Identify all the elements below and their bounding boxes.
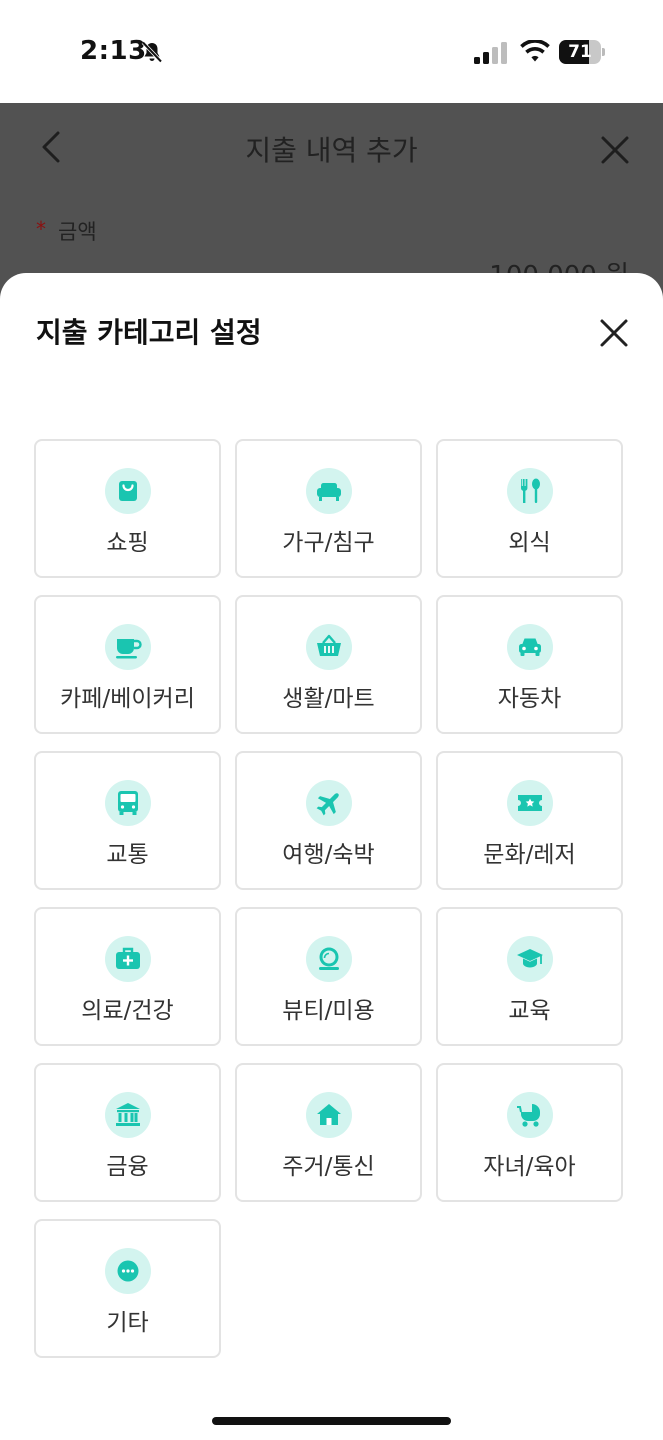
house-icon — [306, 1092, 352, 1138]
sofa-icon — [306, 468, 352, 514]
sheet-close-icon[interactable] — [598, 317, 630, 349]
category-dining[interactable]: 외식 — [436, 439, 623, 578]
mirror-icon — [306, 936, 352, 982]
category-label: 카페/베이커리 — [60, 686, 195, 712]
category-furniture[interactable]: 가구/침구 — [235, 439, 422, 578]
sheet-title: 지출 카테고리 설정 — [36, 316, 262, 349]
category-label: 여행/숙박 — [282, 842, 375, 868]
bank-icon — [105, 1092, 151, 1138]
medical-kit-icon — [105, 936, 151, 982]
category-label: 외식 — [508, 530, 551, 556]
category-housing[interactable]: 주거/통신 — [235, 1063, 422, 1202]
status-time: 2:13 — [80, 36, 147, 66]
category-culture[interactable]: 문화/레저 — [436, 751, 623, 890]
airplane-icon — [306, 780, 352, 826]
coffee-cup-icon — [105, 624, 151, 670]
amount-label: 금액 — [58, 220, 97, 244]
wifi-icon — [520, 40, 550, 62]
category-label: 의료/건강 — [81, 998, 174, 1024]
battery-percent: 71 — [568, 42, 592, 62]
category-label: 자동차 — [497, 686, 562, 712]
category-label: 가구/침구 — [282, 530, 375, 556]
category-transport[interactable]: 교통 — [34, 751, 221, 890]
category-label: 교육 — [508, 998, 551, 1024]
category-label: 자녀/육아 — [483, 1154, 576, 1180]
required-mark: * — [36, 217, 46, 241]
cellular-signal-icon — [474, 42, 507, 64]
category-bottom-sheet: 지출 카테고리 설정 쇼핑 가구/침구 외식 카페/베이커리 생활/마트 자동차… — [0, 273, 663, 1440]
category-shopping[interactable]: 쇼핑 — [34, 439, 221, 578]
background-header: 지출 내역 추가 — [0, 103, 663, 195]
category-label: 뷰티/미용 — [282, 998, 375, 1024]
category-childcare[interactable]: 자녀/육아 — [436, 1063, 623, 1202]
car-icon — [507, 624, 553, 670]
category-label: 금융 — [106, 1154, 149, 1180]
category-label: 쇼핑 — [106, 530, 149, 556]
category-label: 문화/레저 — [483, 842, 576, 868]
category-travel[interactable]: 여행/숙박 — [235, 751, 422, 890]
category-label: 교통 — [106, 842, 149, 868]
category-others[interactable]: 기타 — [34, 1219, 221, 1358]
bell-muted-icon — [141, 41, 163, 63]
close-icon — [601, 136, 629, 164]
battery-indicator: 71 — [559, 40, 605, 64]
category-medical[interactable]: 의료/건강 — [34, 907, 221, 1046]
category-beauty[interactable]: 뷰티/미용 — [235, 907, 422, 1046]
category-education[interactable]: 교육 — [436, 907, 623, 1046]
more-dots-icon — [105, 1248, 151, 1294]
stroller-icon — [507, 1092, 553, 1138]
bus-icon — [105, 780, 151, 826]
ticket-icon — [507, 780, 553, 826]
background-page-title: 지출 내역 추가 — [245, 134, 418, 167]
basket-icon — [306, 624, 352, 670]
home-indicator — [212, 1417, 451, 1425]
category-label: 주거/통신 — [282, 1154, 375, 1180]
category-living[interactable]: 생활/마트 — [235, 595, 422, 734]
category-car[interactable]: 자동차 — [436, 595, 623, 734]
category-cafe[interactable]: 카페/베이커리 — [34, 595, 221, 734]
category-label: 기타 — [106, 1310, 149, 1336]
category-finance[interactable]: 금융 — [34, 1063, 221, 1202]
status-bar: 2:13 71 — [0, 0, 663, 103]
category-label: 생활/마트 — [282, 686, 375, 712]
graduation-cap-icon — [507, 936, 553, 982]
fork-spoon-icon — [507, 468, 553, 514]
category-grid: 쇼핑 가구/침구 외식 카페/베이커리 생활/마트 자동차 교통 여행/숙박 문… — [34, 439, 623, 1358]
shopping-bag-icon — [105, 468, 151, 514]
